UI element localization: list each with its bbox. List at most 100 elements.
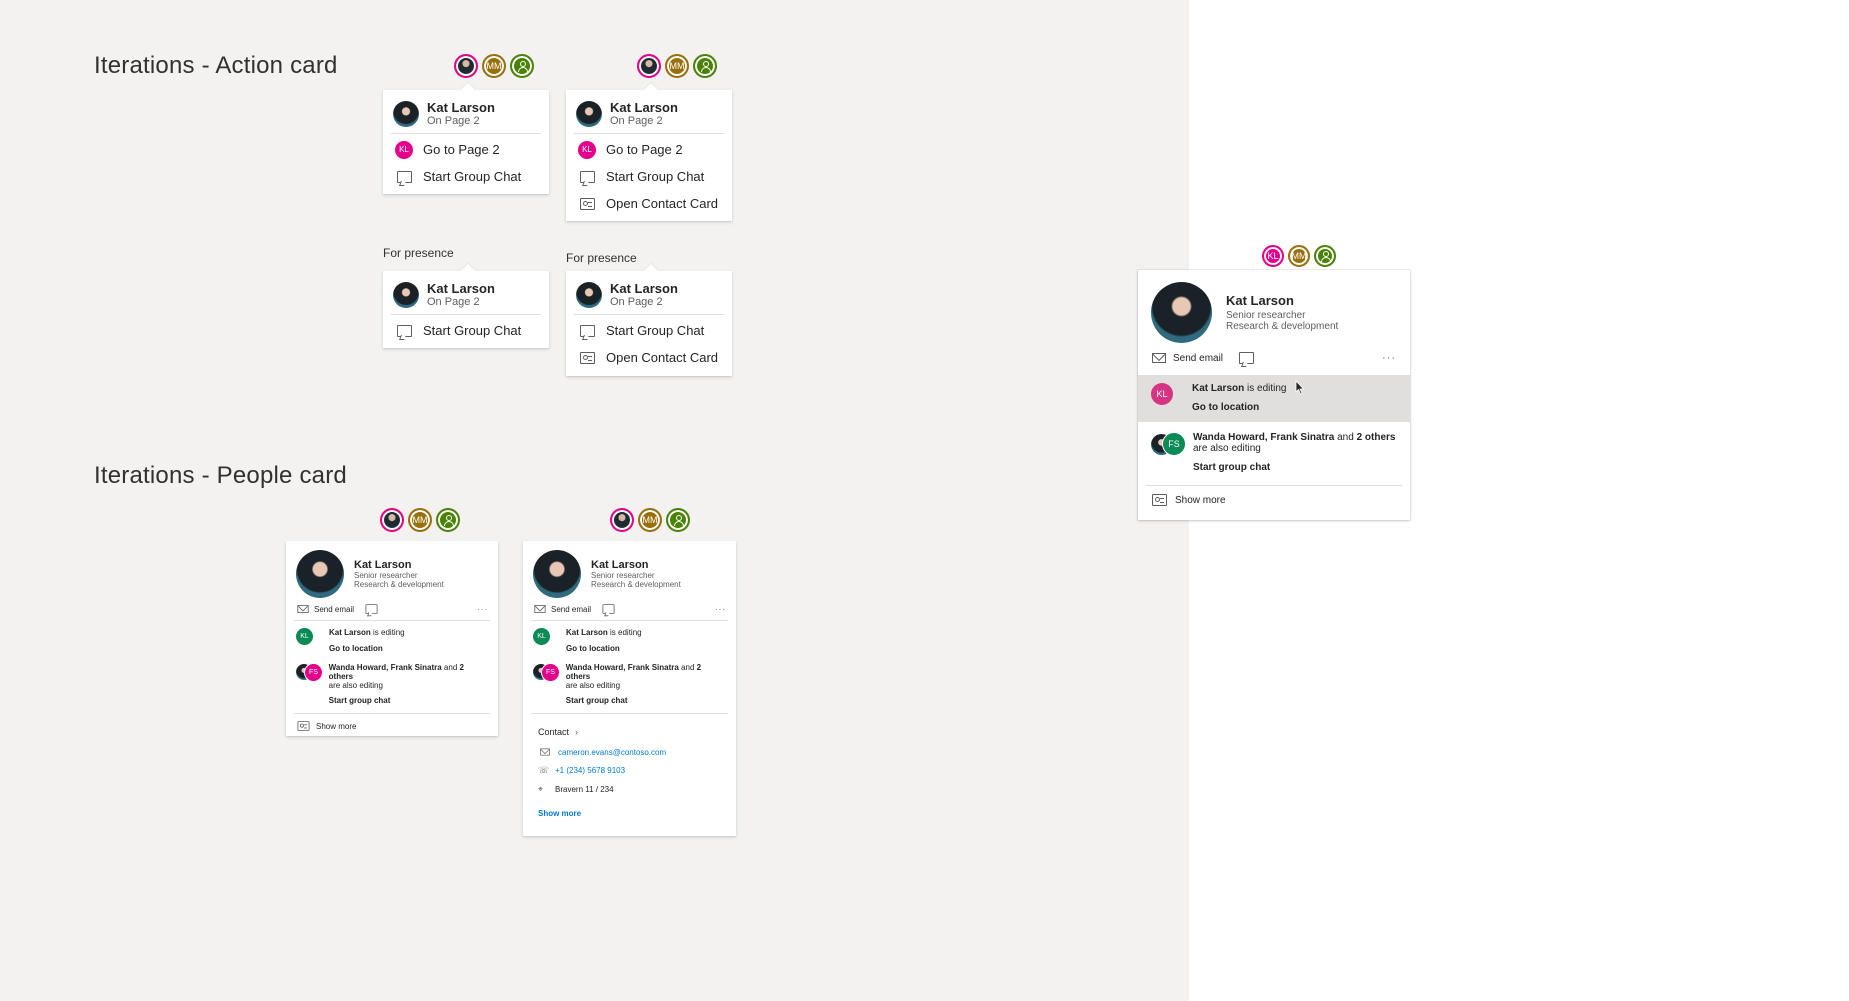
stacked-avatars: FS	[533, 663, 560, 682]
chat-button[interactable]	[602, 604, 615, 614]
kl-avatar: KL	[1151, 383, 1173, 405]
avatar-photo[interactable]	[637, 54, 661, 78]
contact-phone-row[interactable]: ☏ +1 (234) 5678 9103	[523, 761, 736, 780]
contact-email-row[interactable]: cameron.evans@contoso.com	[523, 743, 736, 761]
profile-photo	[576, 281, 602, 308]
profile-photo	[296, 550, 344, 598]
go-to-location-link[interactable]: Go to location	[1192, 402, 1286, 413]
others-status: are also editing	[1193, 443, 1261, 454]
show-more-label: Show more	[1175, 494, 1226, 506]
show-more-button[interactable]: Show more	[1138, 486, 1410, 514]
start-group-chat-link[interactable]: Start group chat	[1193, 462, 1395, 473]
phone-icon: ☏	[538, 765, 550, 775]
avatar-user[interactable]	[436, 508, 460, 532]
avatar-mm[interactable]: MM	[665, 54, 689, 78]
avatar-kl[interactable]: KL	[1262, 245, 1284, 267]
others-names: Wanda Howard, Frank Sinatra	[1193, 432, 1335, 443]
chevron-right-icon: ›	[575, 727, 579, 737]
go-to-location-link[interactable]: Go to location	[566, 644, 642, 653]
action-label: Start Group Chat	[606, 323, 705, 338]
location-pin-icon: ⌖	[538, 784, 544, 794]
person-department: Research & development	[1226, 321, 1339, 332]
more-options-button[interactable]: ···	[715, 605, 726, 614]
mail-icon	[534, 605, 546, 613]
more-options-button[interactable]: ···	[1382, 352, 1396, 364]
others-row[interactable]: FS Wanda Howard, Frank Sinatra and 2 oth…	[286, 653, 498, 705]
start-group-chat-action[interactable]: Start Group Chat	[383, 317, 549, 344]
start-group-chat-link[interactable]: Start group chat	[329, 696, 488, 705]
avatar-photo[interactable]	[454, 54, 478, 78]
avatar-user[interactable]	[510, 54, 534, 78]
action-label: Open Contact Card	[606, 196, 719, 211]
section-title-people: Iterations - People card	[94, 462, 347, 489]
send-email-button[interactable]: Send email	[1173, 353, 1223, 364]
contact-section-header[interactable]: Contact ›	[523, 714, 736, 743]
person-name: Kat Larson	[610, 100, 678, 115]
more-options-button[interactable]: ···	[477, 605, 488, 614]
avatar-photo[interactable]	[380, 508, 404, 532]
profile-photo	[393, 100, 419, 127]
avatar-mm[interactable]: MM	[638, 508, 662, 532]
others-row[interactable]: FS Wanda Howard, Frank Sinatra and 2 oth…	[1138, 422, 1410, 473]
avatar-user[interactable]	[693, 54, 717, 78]
contact-show-more-link[interactable]: Show more	[523, 799, 736, 828]
mail-icon	[540, 748, 550, 756]
people-card-large: Kat Larson Senior researcher Research & …	[1138, 270, 1410, 520]
contact-email[interactable]: cameron.evans@contoso.com	[558, 748, 666, 757]
person-title: Senior researcher	[354, 571, 418, 580]
show-more-label: Show more	[538, 809, 582, 818]
editor-name: Kat Larson	[329, 628, 371, 637]
start-group-chat-link[interactable]: Start group chat	[566, 696, 726, 705]
open-contact-card-action[interactable]: Open Contact Card	[566, 344, 732, 371]
avatar-group: MM	[610, 508, 690, 532]
kl-badge-icon: KL	[395, 140, 413, 159]
send-email-button[interactable]: Send email	[551, 605, 591, 614]
show-more-button[interactable]: Show more	[286, 714, 498, 738]
editor-name: Kat Larson	[566, 628, 608, 637]
divider	[574, 133, 724, 134]
show-more-label: Show more	[316, 721, 357, 731]
others-and: and	[1334, 432, 1357, 443]
start-group-chat-action[interactable]: Start Group Chat	[566, 317, 732, 344]
chat-button[interactable]	[1239, 352, 1255, 364]
go-to-page-action[interactable]: KL Go to Page 2	[566, 136, 732, 163]
start-group-chat-action[interactable]: Start Group Chat	[383, 163, 549, 190]
editing-row[interactable]: KL Kat Larson is editing Go to location	[286, 621, 498, 653]
user-icon	[517, 61, 528, 72]
user-icon	[1320, 251, 1331, 262]
editing-status: is editing	[607, 628, 642, 637]
avatar-mm[interactable]: MM	[408, 508, 432, 532]
others-names: Wanda Howard, Frank Sinatra	[565, 663, 679, 672]
avatar-mm[interactable]: MM	[482, 54, 506, 78]
people-card-expanded: Kat Larson Senior researcher Research & …	[523, 541, 736, 836]
go-to-location-link[interactable]: Go to location	[329, 644, 405, 653]
divider	[391, 314, 541, 315]
action-label: Start Group Chat	[606, 169, 705, 184]
fs-avatar: FS	[541, 663, 560, 682]
avatar-photo[interactable]	[610, 508, 634, 532]
editing-row[interactable]: KL Kat Larson is editing Go to location	[1138, 375, 1410, 422]
user-icon	[673, 515, 684, 526]
avatar-mm[interactable]: MM	[1288, 245, 1310, 267]
send-email-button[interactable]: Send email	[314, 605, 354, 614]
action-card: Kat Larson On Page 2 KL Go to Page 2 Sta…	[383, 82, 549, 194]
open-contact-card-action[interactable]: Open Contact Card	[566, 190, 732, 217]
others-row[interactable]: FS Wanda Howard, Frank Sinatra and 2 oth…	[523, 653, 736, 705]
user-icon	[700, 61, 711, 72]
start-group-chat-action[interactable]: Start Group Chat	[566, 163, 732, 190]
divider	[574, 314, 724, 315]
go-to-page-action[interactable]: KL Go to Page 2	[383, 136, 549, 163]
person-name: Kat Larson	[610, 281, 678, 296]
contact-heading: Contact	[538, 727, 570, 737]
contact-phone[interactable]: +1 (234) 5678 9103	[555, 766, 625, 775]
avatar-user[interactable]	[1314, 245, 1336, 267]
person-location: On Page 2	[427, 296, 480, 308]
person-location: On Page 2	[610, 115, 663, 127]
chat-icon	[396, 170, 412, 183]
presence-card: Kat Larson On Page 2 Start Group Chat Op…	[566, 263, 732, 376]
editor-name: Kat Larson	[1192, 383, 1245, 394]
chat-button[interactable]	[365, 604, 378, 614]
editing-row[interactable]: KL Kat Larson is editing Go to location	[523, 621, 736, 653]
avatar-user[interactable]	[666, 508, 690, 532]
mouse-cursor-icon	[1295, 380, 1305, 395]
